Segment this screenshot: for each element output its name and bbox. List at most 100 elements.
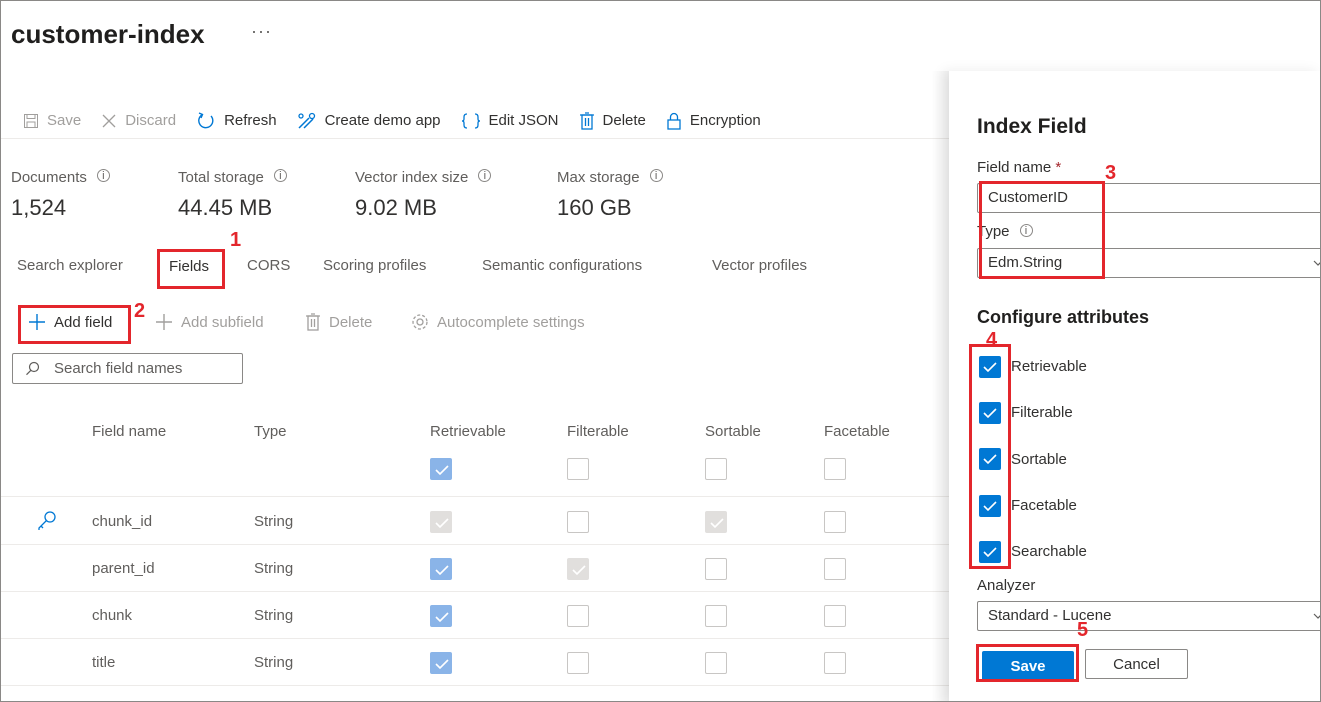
metric-label: Vector index size: [355, 169, 469, 186]
braces-icon: [461, 112, 480, 129]
key-icon: [38, 511, 56, 530]
select-all-filterable-checkbox[interactable]: [567, 458, 589, 480]
delete-field-label: Delete: [329, 313, 373, 331]
sortable-label: Sortable: [1011, 451, 1067, 468]
tab-semantic-configurations[interactable]: Semantic configurations: [482, 257, 642, 274]
table-row[interactable]: chunk_id String: [1, 499, 949, 545]
panel-shadow: [931, 71, 951, 701]
select-all-facetable-checkbox[interactable]: [824, 458, 846, 480]
facetable-label: Facetable: [1011, 497, 1077, 514]
metric-value: 9.02 MB: [355, 195, 437, 220]
filterable-checkbox[interactable]: [567, 605, 589, 627]
column-header-field-name[interactable]: Field name: [92, 423, 166, 440]
info-icon[interactable]: i: [273, 169, 287, 182]
table-row[interactable]: title String: [1, 640, 949, 686]
field-name-cell: title: [92, 654, 116, 671]
sortable-checkbox[interactable]: [705, 652, 727, 674]
gear-icon: [412, 314, 428, 330]
field-name-label: Field name *: [977, 159, 1062, 176]
create-demo-app-label: Create demo app: [324, 112, 441, 129]
column-header-type[interactable]: Type: [254, 423, 287, 440]
retrievable-label: Retrievable: [1011, 358, 1087, 375]
filterable-label: Filterable: [1011, 404, 1073, 421]
edit-json-button[interactable]: Edit JSON: [461, 112, 559, 130]
facetable-checkbox[interactable]: [824, 605, 846, 627]
trash-icon: [579, 111, 594, 130]
filterable-checkbox[interactable]: [567, 511, 589, 533]
delete-field-button[interactable]: Delete: [305, 313, 372, 331]
window: customer-index ··· Save Discard Refresh …: [0, 0, 1321, 702]
refresh-icon: [198, 111, 214, 128]
column-header-sortable[interactable]: Sortable: [705, 423, 761, 440]
metric-total-storage: Total storage i 44.45 MB: [178, 169, 287, 221]
select-all-sortable-checkbox[interactable]: [705, 458, 727, 480]
metric-value: 1,524: [11, 195, 67, 220]
add-subfield-label: Add subfield: [181, 313, 264, 331]
tab-scoring-profiles[interactable]: Scoring profiles: [323, 257, 426, 274]
checkmark-icon: [572, 565, 586, 576]
autocomplete-settings-button[interactable]: Autocomplete settings: [411, 313, 585, 331]
create-demo-app-button[interactable]: Create demo app: [297, 112, 441, 130]
refresh-button[interactable]: Refresh: [196, 111, 277, 131]
highlight-field-name-type: [979, 181, 1105, 279]
search-input[interactable]: [54, 360, 224, 377]
configure-attributes-title: Configure attributes: [977, 307, 1150, 327]
tab-vector-profiles[interactable]: Vector profiles: [712, 257, 807, 274]
save-button[interactable]: Save: [23, 112, 81, 129]
main-area: customer-index ··· Save Discard Refresh …: [1, 1, 949, 701]
sortable-checkbox[interactable]: [705, 605, 727, 627]
column-header-facetable[interactable]: Facetable: [824, 423, 890, 440]
add-subfield-button[interactable]: Add subfield: [155, 313, 264, 331]
facetable-checkbox[interactable]: [824, 511, 846, 533]
save-icon: [24, 113, 38, 128]
info-icon[interactable]: i: [649, 169, 663, 182]
refresh-label: Refresh: [224, 112, 277, 129]
info-icon[interactable]: i: [96, 169, 110, 182]
more-options-button[interactable]: ···: [251, 21, 272, 42]
analyzer-select[interactable]: Standard - Lucene: [977, 601, 1320, 631]
search-field-names[interactable]: [12, 353, 243, 384]
page-title: customer-index: [11, 19, 205, 49]
select-all-retrievable-checkbox[interactable]: [430, 458, 452, 480]
chevron-down-icon: [1313, 260, 1320, 266]
index-tabs: Search explorer Fields CORS Scoring prof…: [1, 255, 949, 285]
cancel-button[interactable]: Cancel: [1085, 649, 1188, 679]
retrievable-checkbox[interactable]: [430, 652, 452, 674]
checkmark-icon: [435, 565, 449, 576]
retrievable-checkbox[interactable]: [430, 558, 452, 580]
edit-json-label: Edit JSON: [488, 112, 559, 129]
analyzer-select-value: Standard - Lucene: [988, 607, 1112, 624]
field-type-cell: String: [254, 654, 294, 671]
delete-label: Delete: [602, 112, 646, 129]
search-icon: [26, 361, 40, 376]
field-type-cell: String: [254, 513, 294, 530]
retrievable-checkbox[interactable]: [430, 605, 452, 627]
metric-label: Max storage: [557, 169, 640, 186]
sortable-checkbox[interactable]: [705, 511, 727, 533]
checkmark-icon: [435, 465, 449, 476]
tab-cors[interactable]: CORS: [247, 257, 290, 274]
checkmark-icon: [435, 612, 449, 623]
metric-vector-index-size: Vector index size i 9.02 MB: [355, 169, 492, 221]
tab-search-explorer[interactable]: Search explorer: [17, 257, 123, 274]
table-row[interactable]: chunk String: [1, 593, 949, 639]
field-name-cell: chunk_id: [92, 513, 153, 530]
encryption-button[interactable]: Encryption: [666, 112, 761, 130]
table-row[interactable]: parent_id String: [1, 546, 949, 592]
retrievable-checkbox[interactable]: [430, 511, 452, 533]
filterable-checkbox[interactable]: [567, 558, 589, 580]
filterable-checkbox[interactable]: [567, 652, 589, 674]
discard-button[interactable]: Discard: [101, 112, 176, 129]
analyzer-label: Analyzer: [977, 577, 1036, 594]
info-icon[interactable]: i: [478, 169, 492, 182]
metric-documents: Documents i 1,524: [11, 169, 110, 221]
trash-icon: [306, 313, 320, 331]
autocomplete-settings-label: Autocomplete settings: [437, 313, 585, 331]
delete-button[interactable]: Delete: [579, 111, 646, 130]
column-header-filterable[interactable]: Filterable: [567, 423, 629, 440]
column-header-retrievable[interactable]: Retrievable: [430, 423, 506, 440]
metric-label: Documents: [11, 169, 87, 186]
facetable-checkbox[interactable]: [824, 558, 846, 580]
sortable-checkbox[interactable]: [705, 558, 727, 580]
facetable-checkbox[interactable]: [824, 652, 846, 674]
